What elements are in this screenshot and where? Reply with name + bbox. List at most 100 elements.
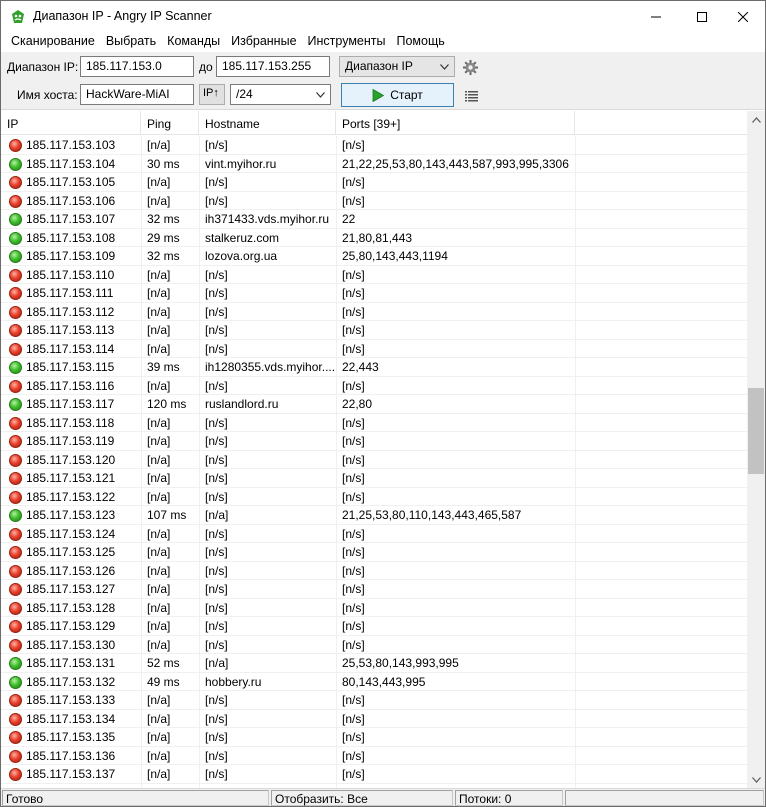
host-alive-icon	[9, 213, 22, 226]
host-dead-icon	[9, 416, 22, 430]
table-row[interactable]: 185.117.153.106 [n/a] [n/s] [n/s]	[1, 192, 747, 210]
ip-cell: 185.117.153.125	[26, 545, 116, 559]
table-row[interactable]: 185.117.153.134 [n/a] [n/s] [n/s]	[1, 710, 747, 728]
hostname-input[interactable]: HackWare-MiAI	[80, 84, 194, 105]
column-header-hostname[interactable]: Hostname	[199, 111, 336, 135]
table-row[interactable]: 185.117.153.109 32 ms lozova.org.ua 25,80,1…	[1, 247, 747, 266]
table-row[interactable]: 185.117.153.136 [n/a] [n/s] [n/s]	[1, 747, 747, 765]
table-row[interactable]: 185.117.153.107 32 ms ih371433.vds.myihor.…	[1, 210, 747, 229]
ports-cell: 22	[342, 212, 356, 226]
ports-cell: [n/s]	[342, 693, 365, 707]
ip-cell: 185.117.153.106	[26, 193, 116, 208]
ip-cell: 185.117.153.105	[26, 175, 116, 189]
table-row[interactable]: 185.117.153.104 30 ms vint.myihor.ru 21,22,…	[1, 155, 747, 173]
table-row[interactable]: 185.117.153.131 52 ms [n/a] 25,53,80,143,99…	[1, 654, 747, 673]
table-row[interactable]: 185.117.153.129 [n/a] [n/s] [n/s]	[1, 617, 747, 636]
table-row[interactable]: 185.117.153.110 [n/a] [n/s] [n/s]	[1, 266, 747, 284]
table-row[interactable]: 185.117.153.116 [n/a] [n/s] [n/s]	[1, 377, 747, 395]
ports-cell: [n/s]	[342, 323, 365, 337]
table-row[interactable]: 185.117.153.113 [n/a] [n/s] [n/s]	[1, 321, 747, 340]
ports-cell: [n/s]	[342, 267, 365, 282]
menu-favorites[interactable]: Избранные	[227, 32, 300, 52]
column-header-ports[interactable]: Ports [39+]	[336, 111, 575, 135]
table-row[interactable]: 185.117.153.112 [n/a] [n/s] [n/s]	[1, 303, 747, 321]
ping-cell: [n/a]	[147, 415, 171, 430]
maximize-button[interactable]	[679, 1, 725, 32]
hostname-cell: vint.myihor.ru	[205, 156, 277, 171]
minimize-icon	[651, 16, 661, 17]
table-row[interactable]: 185.117.153.103 [n/a] [n/s] [n/s]	[1, 136, 747, 155]
table-row[interactable]: 185.117.153.127 [n/a] [n/s] [n/s]	[1, 580, 747, 599]
window-title: Диапазон IP - Angry IP Scanner	[33, 9, 212, 23]
ports-cell: 25,53,80,143,993,995	[342, 656, 459, 670]
hostname-cell: [n/s]	[205, 711, 228, 726]
table-header: IP Ping Hostname Ports [39+]	[1, 111, 747, 135]
table-row[interactable]: 185.117.153.132 49 ms hobbery.ru 80,143,443…	[1, 673, 747, 691]
chevron-down-icon	[440, 64, 449, 70]
start-button[interactable]: Старт	[341, 83, 454, 107]
close-button[interactable]	[720, 1, 766, 32]
ip-cell: 185.117.153.121	[26, 471, 116, 485]
minimize-button[interactable]	[633, 1, 679, 32]
table-row[interactable]: 185.117.153.125 [n/a] [n/s] [n/s]	[1, 543, 747, 562]
table-row[interactable]: 185.117.153.114 [n/a] [n/s] [n/s]	[1, 340, 747, 358]
ping-cell: [n/a]	[147, 489, 171, 504]
table-row[interactable]: 185.117.153.135 [n/a] [n/s] [n/s]	[1, 728, 747, 747]
menu-commands[interactable]: Команды	[163, 32, 224, 52]
ip-cell: 185.117.153.134	[26, 711, 116, 726]
table-row[interactable]: 185.117.153.105 [n/a] [n/s] [n/s]	[1, 173, 747, 192]
angry-ip-scanner-logo-icon	[12, 10, 24, 23]
ports-cell: [n/s]	[342, 304, 365, 319]
table-row[interactable]: 185.117.153.128 [n/a] [n/s] [n/s]	[1, 599, 747, 617]
table-row[interactable]: 185.117.153.130 [n/a] [n/s] [n/s]	[1, 636, 747, 654]
table-row[interactable]: 185.117.153.117 120 ms ruslandlord.ru 22,80	[1, 395, 747, 414]
table-row[interactable]: 185.117.153.126 [n/a] [n/s] [n/s]	[1, 562, 747, 580]
host-dead-icon	[9, 694, 22, 707]
ip-range-start-input[interactable]: 185.117.153.0	[80, 56, 194, 77]
table-row[interactable]: 185.117.153.120 [n/a] [n/s] [n/s]	[1, 451, 747, 469]
table-row[interactable]: 185.117.153.111 [n/a] [n/s] [n/s]	[1, 284, 747, 303]
table-row[interactable]: 185.117.153.124 [n/a] [n/s] [n/s]	[1, 525, 747, 543]
ping-cell: [n/a]	[147, 304, 171, 319]
ping-cell: 39 ms	[147, 360, 180, 374]
table-row[interactable]: 185.117.153.119 [n/a] [n/s] [n/s]	[1, 432, 747, 451]
host-dead-icon	[9, 490, 22, 504]
host-dead-icon	[9, 768, 22, 781]
menu-tools[interactable]: Инструменты	[304, 32, 390, 52]
netmask-select[interactable]: /24	[230, 84, 331, 105]
ip-up-button[interactable]: IP↑	[199, 84, 225, 105]
ip-range-end-input[interactable]: 185.117.153.255	[216, 56, 330, 77]
column-header-ip[interactable]: IP	[1, 111, 141, 135]
hostname-cell: [n/s]	[205, 489, 228, 504]
table-row[interactable]: 185.117.153.122 [n/a] [n/s] [n/s]	[1, 488, 747, 506]
host-dead-icon	[9, 139, 22, 152]
table-row[interactable]: 185.117.153.123 107 ms [n/a] 21,25,53,80,11…	[1, 506, 747, 525]
preferences-button[interactable]	[461, 58, 479, 76]
scroll-up-button[interactable]	[747, 111, 765, 128]
fetchers-button[interactable]	[462, 87, 480, 105]
table-row[interactable]: 185.117.153.121 [n/a] [n/s] [n/s]	[1, 469, 747, 488]
ping-cell: [n/a]	[147, 545, 171, 559]
menu-scan[interactable]: Сканирование	[7, 32, 99, 52]
host-dead-icon	[9, 601, 22, 615]
table-row[interactable]: 185.117.153.137 [n/a] [n/s] [n/s]	[1, 765, 747, 784]
ping-cell: [n/a]	[147, 767, 171, 781]
table-row[interactable]: 185.117.153.115 39 ms ih1280355.vds.myihor…	[1, 358, 747, 377]
ports-cell: 21,80,81,443	[342, 230, 413, 245]
ip-cell: 185.117.153.128	[26, 600, 116, 615]
column-header-ping[interactable]: Ping	[141, 111, 199, 135]
menu-select[interactable]: Выбрать	[102, 32, 160, 52]
hostname-cell: [n/s]	[205, 286, 228, 300]
scrollbar-thumb[interactable]	[748, 388, 764, 474]
feeder-select[interactable]: Диапазон IP	[339, 56, 455, 77]
vertical-scrollbar[interactable]	[747, 111, 765, 788]
table-row[interactable]: 185.117.153.133 [n/a] [n/s] [n/s]	[1, 691, 747, 710]
host-dead-icon	[9, 287, 22, 300]
table-row[interactable]: 185.117.153.108 29 ms stalkeruz.com 21,80,8…	[1, 229, 747, 247]
ip-cell: 185.117.153.135	[26, 730, 116, 744]
ports-cell: [n/s]	[342, 489, 365, 504]
menu-help[interactable]: Помощь	[392, 32, 448, 52]
ports-cell: 22,443	[342, 360, 379, 374]
scroll-down-button[interactable]	[747, 771, 765, 788]
table-row[interactable]: 185.117.153.118 [n/a] [n/s] [n/s]	[1, 414, 747, 432]
